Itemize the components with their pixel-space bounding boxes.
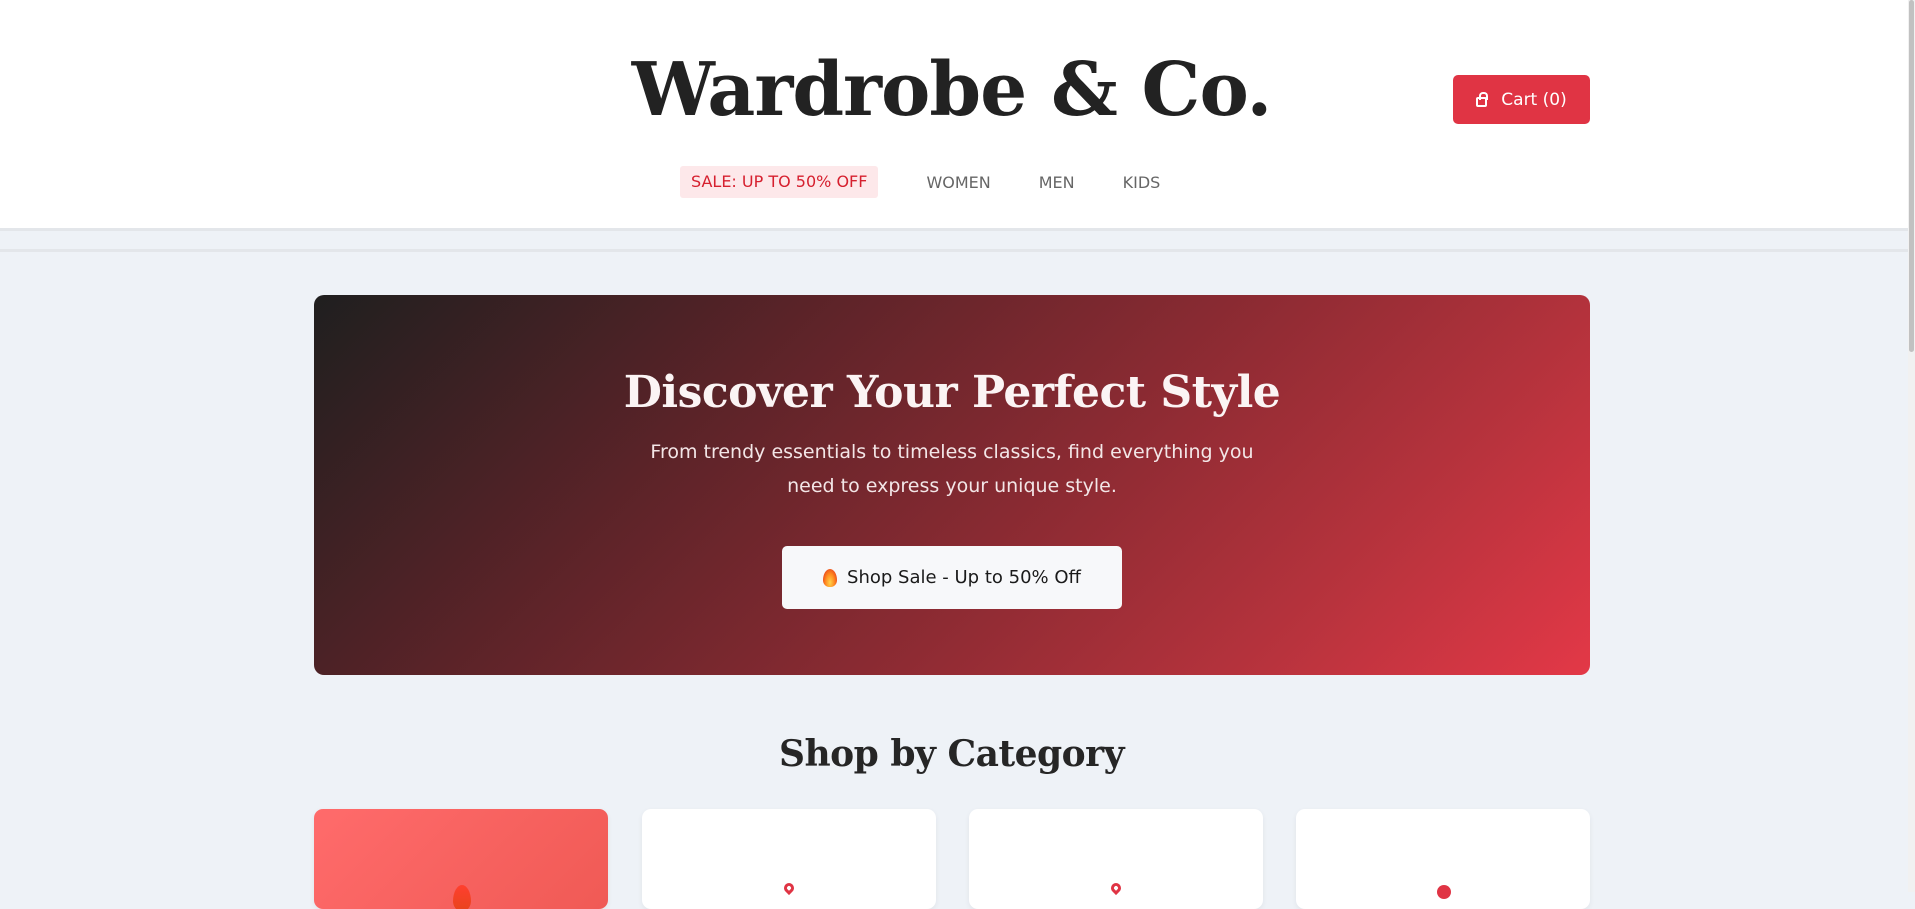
category-card-kids[interactable] xyxy=(1296,809,1590,909)
main-nav: SALE: UP TO 50% OFF WOMEN MEN KIDS xyxy=(680,166,1208,198)
category-card-sale[interactable] xyxy=(314,809,608,909)
pin-icon xyxy=(781,880,797,896)
site-header: Wardrobe & Co. Cart (0) SALE: UP TO 50% … xyxy=(0,0,1908,231)
cart-label: Cart (0) xyxy=(1501,89,1567,110)
category-card-women[interactable] xyxy=(642,809,936,909)
category-card-men[interactable] xyxy=(969,809,1263,909)
brand-logo[interactable]: Wardrobe & Co. xyxy=(0,42,1903,138)
dot-icon xyxy=(1437,885,1451,899)
shop-sale-button[interactable]: Shop Sale - Up to 50% Off xyxy=(782,546,1122,609)
shopping-bag-icon xyxy=(1476,91,1489,107)
scrollbar-thumb[interactable] xyxy=(1909,0,1914,352)
flame-icon xyxy=(453,885,471,909)
header-divider xyxy=(0,249,1908,252)
hero-title: Discover Your Perfect Style xyxy=(623,367,1281,418)
hero-banner: Discover Your Perfect Style From trendy … xyxy=(314,295,1590,675)
nav-kids-link[interactable]: KIDS xyxy=(1123,173,1161,192)
nav-women-link[interactable]: WOMEN xyxy=(926,173,990,192)
nav-men-link[interactable]: MEN xyxy=(1039,173,1075,192)
category-section-title: Shop by Category xyxy=(778,733,1125,775)
shop-sale-label: Shop Sale - Up to 50% Off xyxy=(847,567,1081,588)
nav-sale-link[interactable]: SALE: UP TO 50% OFF xyxy=(680,166,879,198)
cart-button[interactable]: Cart (0) xyxy=(1453,75,1590,124)
flame-icon xyxy=(823,568,838,587)
pin-icon xyxy=(1108,880,1124,896)
hero-subtitle: From trendy essentials to timeless class… xyxy=(650,441,1254,497)
